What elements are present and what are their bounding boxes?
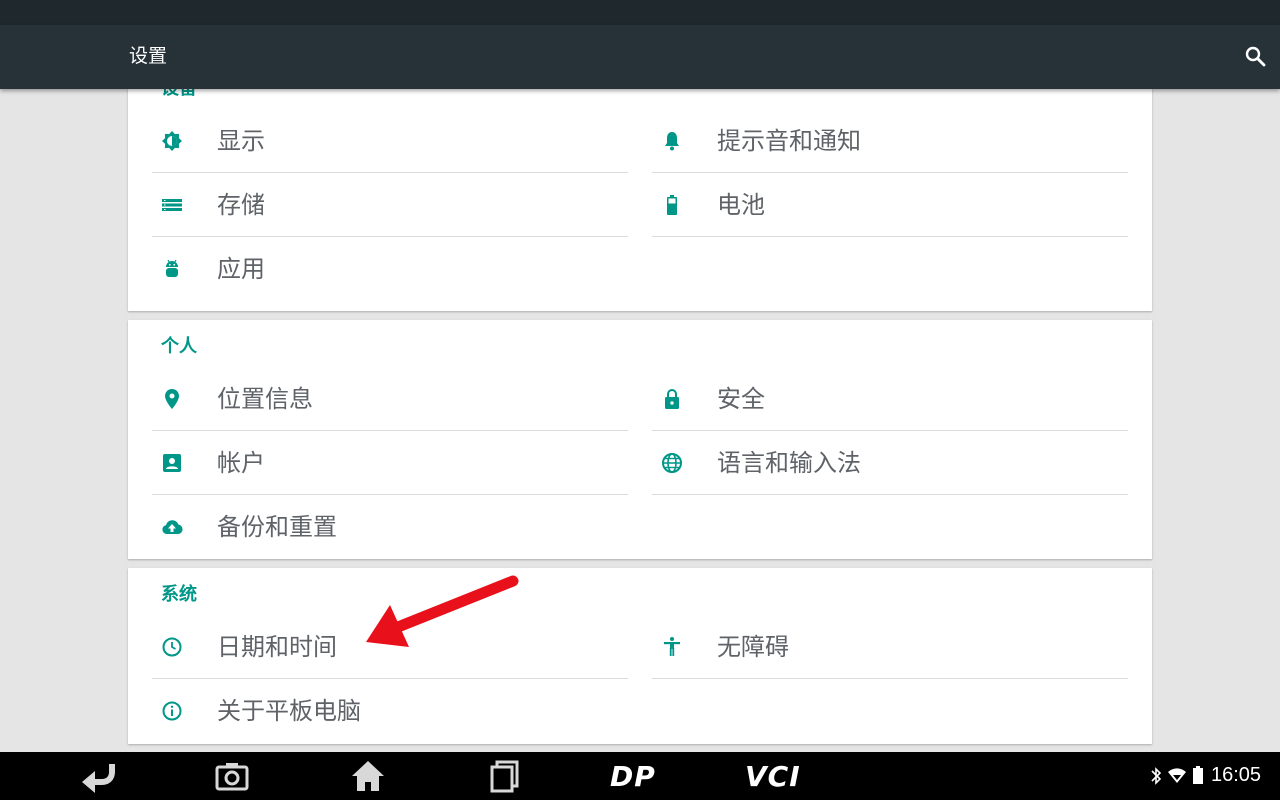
- item-label: 无障碍: [717, 633, 789, 661]
- item-label: 位置信息: [217, 385, 313, 413]
- camera-icon: [215, 763, 249, 791]
- search-icon: [1245, 46, 1266, 67]
- item-accessibility[interactable]: 无障碍: [652, 615, 1128, 679]
- recent-apps-icon: [490, 760, 519, 793]
- cloud-upload-icon: [162, 520, 183, 534]
- item-label: 安全: [717, 385, 765, 413]
- item-language[interactable]: 语言和输入法: [652, 431, 1128, 495]
- status-clock: 16:05: [1211, 764, 1262, 786]
- item-label: 提示音和通知: [717, 127, 861, 155]
- search-button[interactable]: [1240, 41, 1272, 73]
- section-title-personal: 个人: [161, 336, 197, 357]
- globe-icon: [662, 453, 682, 473]
- app-bar: 设置: [0, 25, 1280, 89]
- section-title-device: 设备: [161, 89, 197, 100]
- dp-brand-button[interactable]: DP: [610, 760, 656, 793]
- item-label: 关于平板电脑: [217, 697, 361, 725]
- system-card: 系统 日期和时间 无障碍 关于平板电脑: [128, 568, 1152, 744]
- storage-icon: [162, 199, 182, 211]
- item-label: 备份和重置: [217, 513, 337, 541]
- navigation-bar: DP VCI 16:05: [0, 752, 1280, 800]
- item-label: 存储: [217, 191, 265, 219]
- device-card: 设备 显示 提示音和通知 存: [128, 89, 1152, 311]
- item-about[interactable]: 关于平板电脑: [152, 679, 628, 743]
- battery-status-icon: [1193, 766, 1203, 784]
- screenshot-button[interactable]: [214, 758, 250, 794]
- item-display[interactable]: 显示: [152, 109, 628, 173]
- info-icon: [162, 701, 182, 721]
- bluetooth-icon: [1151, 767, 1162, 785]
- item-label: 电池: [717, 191, 765, 219]
- back-button[interactable]: [78, 758, 118, 794]
- page-title: 设置: [129, 45, 168, 67]
- item-security[interactable]: 安全: [652, 367, 1128, 431]
- item-storage[interactable]: 存储: [152, 173, 628, 237]
- bell-icon: [665, 132, 679, 151]
- item-battery[interactable]: 电池: [652, 173, 1128, 237]
- status-bar: [0, 0, 1280, 25]
- item-label: 语言和输入法: [717, 449, 861, 477]
- item-label: 应用: [217, 255, 265, 283]
- lock-icon: [665, 389, 679, 409]
- location-pin-icon: [165, 389, 179, 409]
- item-location[interactable]: 位置信息: [152, 367, 628, 431]
- brightness-icon: [162, 131, 182, 151]
- item-label: 日期和时间: [217, 633, 337, 661]
- settings-list[interactable]: 设备 显示 提示音和通知 存: [0, 89, 1280, 752]
- item-datetime[interactable]: 日期和时间: [152, 615, 628, 679]
- item-notifications[interactable]: 提示音和通知: [652, 109, 1128, 173]
- wifi-icon: [1168, 768, 1186, 783]
- accessibility-icon: [664, 637, 680, 656]
- section-title-system: 系统: [161, 584, 197, 605]
- item-label: 显示: [217, 127, 265, 155]
- clock-icon: [162, 637, 182, 657]
- vci-brand-button[interactable]: VCI: [745, 760, 801, 793]
- android-icon: [166, 259, 178, 277]
- item-backup[interactable]: 备份和重置: [152, 495, 628, 559]
- battery-icon: [667, 195, 677, 215]
- item-label: 帐户: [217, 449, 265, 477]
- back-arrow-icon: [82, 764, 115, 793]
- recents-button[interactable]: [488, 758, 524, 794]
- item-accounts[interactable]: 帐户: [152, 431, 628, 495]
- home-button[interactable]: [350, 758, 386, 794]
- home-icon: [352, 761, 384, 791]
- account-box-icon: [163, 454, 181, 472]
- item-apps[interactable]: 应用: [152, 237, 628, 301]
- personal-card: 个人 位置信息 安全 帐户 语言和输入法 备份和重置: [128, 320, 1152, 559]
